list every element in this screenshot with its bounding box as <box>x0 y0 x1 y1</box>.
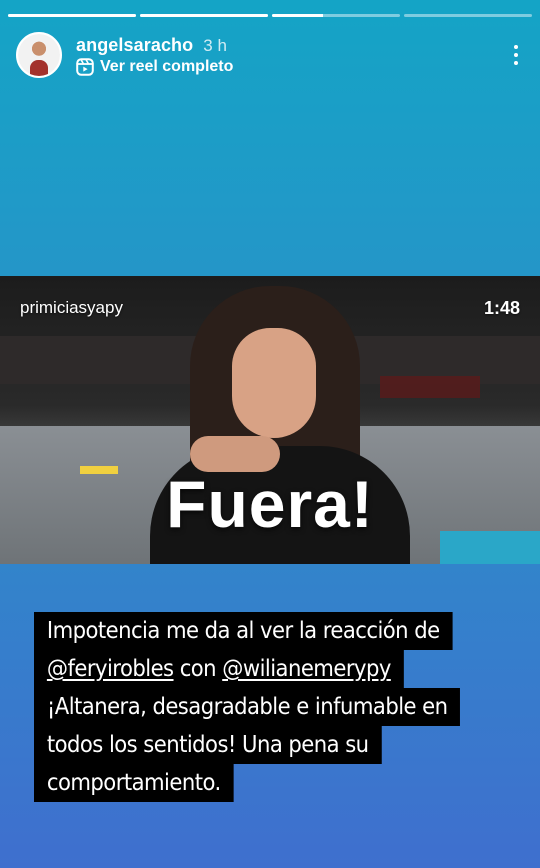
reels-icon <box>76 57 94 76</box>
post-time: 3 h <box>203 35 227 55</box>
mention-link[interactable]: @feryirobles <box>47 656 174 682</box>
story-text-line: @feryirobles con @wilianemerypy <box>34 650 404 688</box>
story-text-line: todos los sentidos! Una pena su <box>34 726 382 764</box>
story-text-overlay: Impotencia me da al ver la reacción de @… <box>34 612 514 802</box>
video-duration: 1:48 <box>483 298 520 318</box>
username[interactable]: angelsaracho <box>76 35 193 56</box>
story-header: angelsaracho 3 h Ver reel completo <box>16 32 526 78</box>
video-caption-text: Fuera! <box>166 467 374 541</box>
progress-segment <box>272 14 400 17</box>
progress-segment <box>140 14 268 17</box>
mention-link[interactable]: @wilianemerypy <box>222 656 391 682</box>
shared-reel-preview[interactable]: primiciasyapy 1:48 Fuera! <box>0 276 540 564</box>
progress-segment <box>404 14 532 17</box>
more-options-icon[interactable] <box>506 40 526 70</box>
progress-fill <box>8 14 136 17</box>
story-text-line: comportamiento. <box>34 764 234 802</box>
progress-fill <box>140 14 268 17</box>
avatar-image <box>18 34 60 76</box>
story-text-line: Impotencia me da al ver la reacción de <box>34 612 453 650</box>
progress-segment <box>8 14 136 17</box>
video-source-account[interactable]: primiciasyapy <box>20 298 123 318</box>
avatar[interactable] <box>16 32 62 78</box>
story-progress-bar <box>8 14 532 17</box>
name-row: angelsaracho 3 h <box>76 35 233 56</box>
header-text: angelsaracho 3 h Ver reel completo <box>76 35 233 76</box>
story-text-line: ¡Altanera, desagradable e infumable en <box>34 688 461 726</box>
progress-fill <box>272 14 324 17</box>
view-full-reel-label: Ver reel completo <box>100 57 234 75</box>
view-full-reel-link[interactable]: Ver reel completo <box>76 58 233 76</box>
